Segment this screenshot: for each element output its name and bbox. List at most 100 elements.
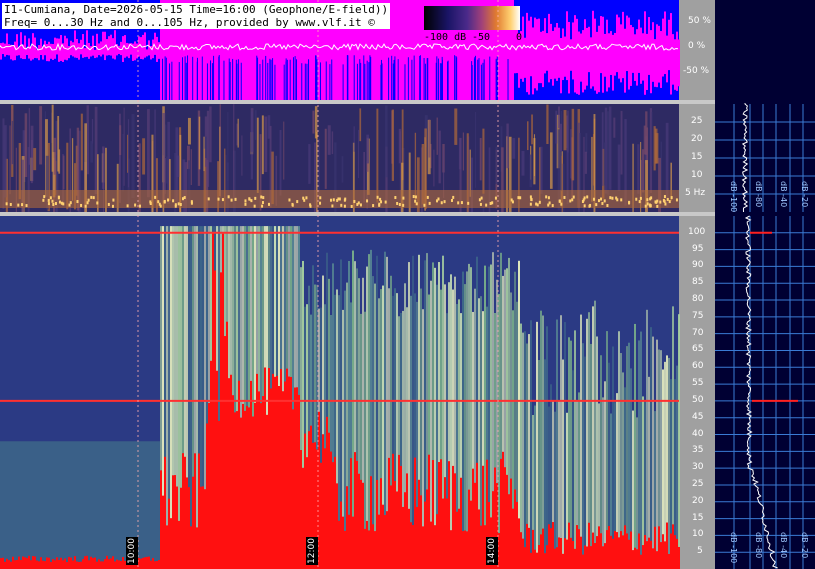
- spec-high-red-energy: [178, 520, 180, 569]
- waveform-spike: [211, 63, 213, 100]
- spec-high-red-energy: [302, 467, 304, 569]
- spec-low-streak: [250, 111, 254, 180]
- waveform-envelope-bar: [558, 27, 560, 78]
- spec-high-streak: [544, 359, 546, 569]
- spec-high-red-energy: [14, 560, 16, 569]
- spec-low-hotspot: [336, 198, 339, 202]
- spec-low-hotspot: [675, 198, 678, 202]
- spec-high-red-energy: [68, 556, 70, 569]
- spec-high-streak: [570, 340, 572, 569]
- spec-high-streak: [618, 331, 620, 569]
- spec-high-red-energy: [32, 556, 34, 569]
- spec-low-streak: [506, 123, 509, 169]
- spec-high-red-energy: [106, 555, 108, 569]
- spec-low-streak: [264, 116, 268, 173]
- waveform-envelope-bar: [112, 38, 114, 59]
- spec-high-red-energy: [592, 532, 594, 569]
- spec-low-hotspot: [80, 203, 83, 207]
- spec-high-streak: [596, 336, 598, 569]
- spec-high-red-energy: [86, 555, 88, 569]
- spec-high-red-energy: [414, 457, 416, 569]
- waveform-envelope-bar: [118, 45, 120, 55]
- spec-low-hotspot: [467, 201, 470, 205]
- spec-high-red-energy: [468, 489, 470, 569]
- spec-low-streak: [479, 137, 482, 181]
- waveform-spike: [292, 57, 294, 100]
- spec-high-red-energy: [42, 560, 44, 569]
- legend-tick-label: -50: [472, 32, 491, 43]
- waveform-spike: [256, 55, 258, 100]
- spec-high-red-energy: [666, 522, 668, 569]
- spec-high-red-energy: [428, 454, 430, 569]
- spec-high-red-energy: [564, 538, 566, 569]
- spec-high-red-energy: [112, 556, 114, 569]
- spec-high-tick-label: 10: [692, 529, 704, 540]
- spec-low-streak: [205, 136, 207, 158]
- spec-high-red-energy: [76, 561, 78, 569]
- spec-low-hotspot: [331, 204, 334, 208]
- spec-low-streak: [331, 131, 334, 155]
- waveform-spike: [407, 57, 409, 100]
- spec-high-red-energy: [378, 514, 380, 569]
- spec-high-red-energy: [36, 560, 38, 569]
- spec-high-red-energy: [6, 558, 8, 569]
- waveform-envelope-bar: [578, 31, 580, 95]
- spec-high-red-energy: [190, 526, 192, 569]
- spec-low-streak: [162, 113, 166, 201]
- spec-high-streak: [530, 320, 532, 569]
- waveform-envelope-bar: [620, 24, 622, 83]
- spec-low-streak: [237, 118, 239, 148]
- spec-low-tick-label: 10: [691, 170, 703, 180]
- waveform-envelope-bar: [536, 19, 538, 91]
- spec-high-red-energy: [538, 545, 540, 569]
- spec-high-red-energy: [38, 561, 40, 569]
- waveform-spike: [496, 56, 498, 100]
- spec-low-streak: [469, 149, 471, 197]
- spec-high-red-energy: [394, 481, 396, 569]
- waveform-envelope-bar: [50, 43, 52, 59]
- spec-low-hotspot: [177, 202, 180, 206]
- spec-high-red-energy: [92, 558, 94, 569]
- spec-high-streak: [434, 267, 436, 569]
- spec-high-red-energy: [580, 536, 582, 569]
- spec-high-red-energy: [262, 396, 264, 569]
- spec-low-streak: [512, 138, 516, 159]
- waveform-envelope-bar: [562, 28, 564, 81]
- spec-high-red-energy: [374, 531, 376, 569]
- waveform-envelope-bar: [594, 18, 596, 91]
- spec-low-streak: [462, 132, 464, 171]
- waveform-spike: [265, 55, 267, 100]
- spec-high-red-energy: [464, 530, 466, 569]
- waveform-spike: [456, 57, 458, 100]
- spec-high-red-energy: [552, 522, 554, 569]
- waveform-envelope-bar: [666, 35, 668, 83]
- spec-high-red-energy: [326, 416, 328, 569]
- spec-high-red-energy: [332, 462, 334, 569]
- spec-low-streak: [438, 130, 441, 184]
- spec-high-red-energy: [12, 556, 14, 569]
- waveform-spike: [477, 59, 479, 100]
- spec-low-hotspot: [536, 203, 539, 207]
- spec-low-streak: [527, 121, 529, 151]
- spec-low-hotspot: [646, 198, 649, 202]
- spec-low-streak: [620, 110, 623, 175]
- spec-low-hotspot: [649, 204, 652, 208]
- spec-low-hotspot: [261, 201, 264, 205]
- spec-high-red-energy: [142, 557, 144, 569]
- spec-high-red-energy: [22, 556, 24, 569]
- spec-low-hotspot: [529, 202, 532, 206]
- spec-high-red-energy: [612, 538, 614, 569]
- spec-high-streak: [170, 226, 172, 569]
- spec-low-hotspot: [244, 199, 247, 203]
- spec-high-red-energy: [408, 508, 410, 569]
- spec-high-tick-label: 80: [692, 294, 704, 305]
- spec-low-streak: [391, 109, 395, 181]
- spec-low-hotspot: [49, 196, 52, 200]
- spec-high-red-energy: [640, 554, 642, 569]
- spec-high-red-energy: [66, 562, 68, 569]
- spec-low-streak: [571, 108, 575, 181]
- waveform-envelope-bar: [554, 27, 556, 79]
- spec-high-red-energy: [528, 527, 530, 569]
- spec-high-streak: [464, 284, 466, 569]
- spec-high-red-energy: [0, 558, 2, 569]
